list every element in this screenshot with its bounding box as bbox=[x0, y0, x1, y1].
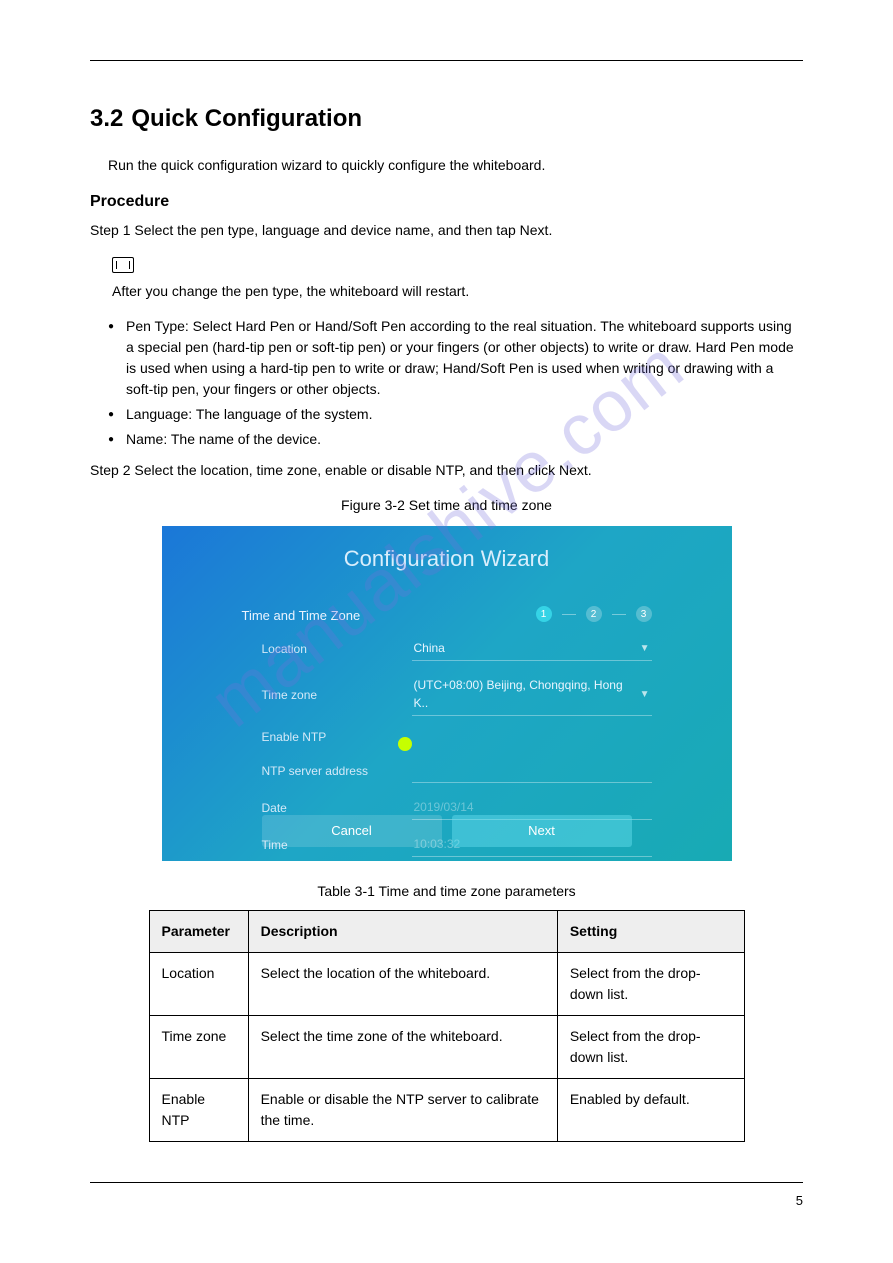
note-book-icon bbox=[112, 257, 134, 273]
ntp-address-input[interactable] bbox=[412, 758, 652, 783]
ntp-address-label: NTP server address bbox=[262, 762, 412, 780]
cell-setting: Select from the drop-down list. bbox=[557, 1016, 744, 1079]
wizard-section-label: Time and Time Zone bbox=[242, 606, 361, 626]
row-location: Location China ▼ bbox=[262, 636, 652, 661]
location-value: China bbox=[414, 639, 445, 657]
wizard-buttons: Cancel Next bbox=[162, 815, 732, 847]
timezone-label: Time zone bbox=[262, 686, 412, 704]
cell-desc: Enable or disable the NTP server to cali… bbox=[248, 1079, 557, 1142]
next-button[interactable]: Next bbox=[452, 815, 632, 847]
row-enable-ntp: Enable NTP bbox=[262, 728, 652, 746]
table-caption: Table 3-1 Time and time zone parameters bbox=[90, 881, 803, 902]
note-text: After you change the pen type, the white… bbox=[112, 281, 803, 302]
embedded-wizard-screenshot: Configuration Wizard Time and Time Zone … bbox=[162, 526, 732, 861]
bullet-pen-type: Pen Type: Select Hard Pen or Hand/Soft P… bbox=[108, 316, 803, 400]
step-dot-2: 2 bbox=[586, 606, 602, 622]
procedure-heading: Procedure bbox=[90, 190, 803, 214]
step-indicator: 1 2 3 bbox=[536, 606, 652, 622]
section-title-text: Quick Configuration bbox=[131, 101, 362, 137]
step-dot-3: 3 bbox=[636, 606, 652, 622]
timezone-dropdown[interactable]: (UTC+08:00) Beijing, Chongqing, Hong K..… bbox=[412, 673, 652, 716]
timezone-value: (UTC+08:00) Beijing, Chongqing, Hong K.. bbox=[414, 676, 640, 712]
th-setting: Setting bbox=[557, 911, 744, 953]
cell-setting: Select from the drop-down list. bbox=[557, 953, 744, 1016]
top-horizontal-rule bbox=[90, 60, 803, 61]
bullet-name: Name: The name of the device. bbox=[108, 429, 803, 450]
bottom-horizontal-rule bbox=[90, 1182, 803, 1183]
step-dot-1: 1 bbox=[536, 606, 552, 622]
bullet-language: Language: The language of the system. bbox=[108, 404, 803, 425]
cell-param: Enable NTP bbox=[149, 1079, 248, 1142]
cell-setting: Enabled by default. bbox=[557, 1079, 744, 1142]
table-row: Enable NTP Enable or disable the NTP ser… bbox=[149, 1079, 744, 1142]
cell-param: Time zone bbox=[149, 1016, 248, 1079]
chevron-down-icon: ▼ bbox=[640, 641, 650, 656]
row-ntp-address: NTP server address bbox=[262, 758, 652, 783]
parameters-table: Parameter Description Setting Location S… bbox=[149, 910, 745, 1142]
th-description: Description bbox=[248, 911, 557, 953]
location-label: Location bbox=[262, 640, 412, 658]
page-number: 5 bbox=[90, 1191, 803, 1211]
note-row bbox=[112, 255, 803, 273]
section-heading: 3.2 Quick Configuration bbox=[90, 101, 803, 137]
chevron-down-icon: ▼ bbox=[640, 687, 650, 702]
step-1-text: Step 1 Select the pen type, language and… bbox=[90, 220, 803, 241]
bullet-list: Pen Type: Select Hard Pen or Hand/Soft P… bbox=[108, 316, 803, 450]
cell-desc: Select the location of the whiteboard. bbox=[248, 953, 557, 1016]
figure-caption: Figure 3-2 Set time and time zone bbox=[90, 495, 803, 516]
date-value: 2019/03/14 bbox=[414, 798, 474, 816]
row-timezone: Time zone (UTC+08:00) Beijing, Chongqing… bbox=[262, 673, 652, 716]
ntp-label: Enable NTP bbox=[262, 728, 412, 746]
th-parameter: Parameter bbox=[149, 911, 248, 953]
table-header-row: Parameter Description Setting bbox=[149, 911, 744, 953]
step-line bbox=[612, 614, 626, 615]
cancel-button[interactable]: Cancel bbox=[262, 815, 442, 847]
section-number: 3.2 bbox=[90, 101, 123, 137]
date-label: Date bbox=[262, 799, 412, 817]
location-dropdown[interactable]: China ▼ bbox=[412, 636, 652, 661]
cell-param: Location bbox=[149, 953, 248, 1016]
step-2-text: Step 2 Select the location, time zone, e… bbox=[90, 460, 803, 481]
table-row: Location Select the location of the whit… bbox=[149, 953, 744, 1016]
cell-desc: Select the time zone of the whiteboard. bbox=[248, 1016, 557, 1079]
table-row: Time zone Select the time zone of the wh… bbox=[149, 1016, 744, 1079]
intro-paragraph: Run the quick configuration wizard to qu… bbox=[108, 155, 803, 176]
step-line bbox=[562, 614, 576, 615]
wizard-title: Configuration Wizard bbox=[162, 526, 732, 575]
